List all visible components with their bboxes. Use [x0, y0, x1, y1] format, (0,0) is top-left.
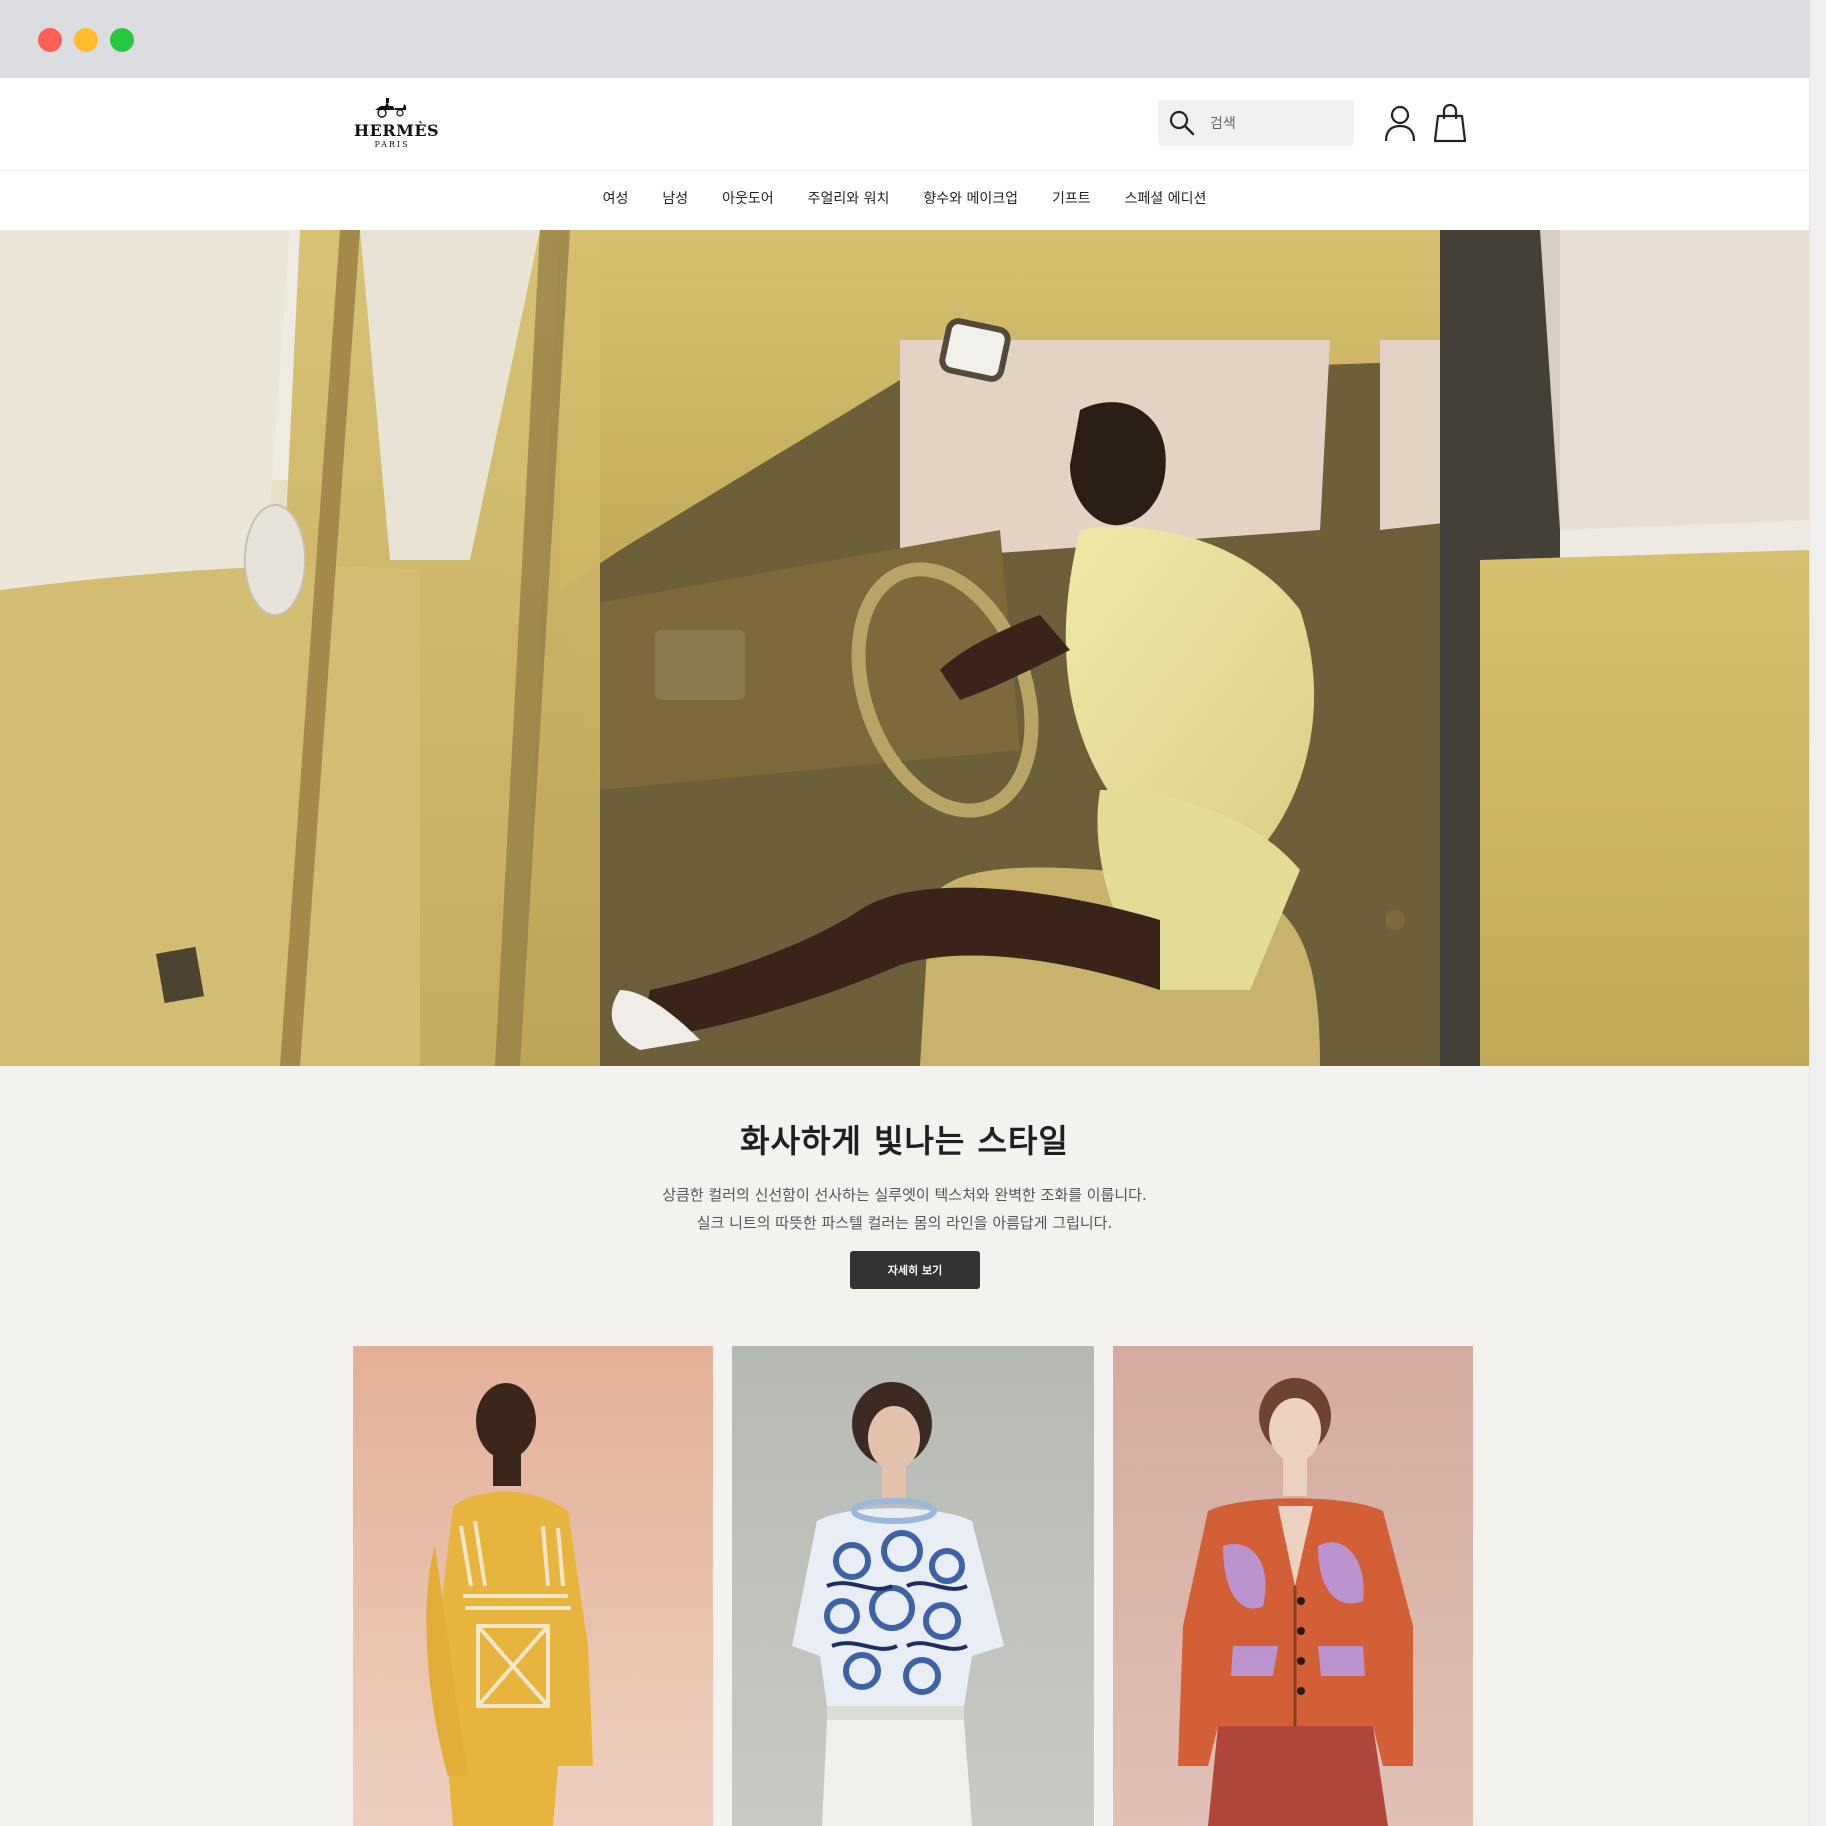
promo-description-line-1: 상큼한 컬러의 신선함이 선사하는 실루엣이 텍스처와 완벽한 조화를 이룹니다… — [662, 1186, 1147, 1204]
promo-title: 화사하게 빛나는 스타일 — [740, 1122, 1069, 1160]
promo-description-line-2: 실크 니트의 따뜻한 파스텔 컬러는 몸의 라인을 아름답게 그립니다. — [696, 1214, 1113, 1232]
nav-item-gifts[interactable]: 기프트 — [1035, 184, 1108, 212]
minimize-window-button[interactable] — [74, 28, 98, 52]
product-image — [1113, 1346, 1473, 1826]
browser-window: HERMÈS PARIS 여성 남성 — [0, 0, 1810, 1826]
search-icon[interactable] — [1168, 109, 1196, 137]
nav-item-special-edition[interactable]: 스페셜 에디션 — [1108, 184, 1224, 212]
promo-section: 화사하게 빛나는 스타일 상큼한 컬러의 신선함이 선사하는 실루엣이 텍스처와… — [0, 1066, 1809, 1366]
zoom-window-button[interactable] — [110, 28, 134, 52]
logo-wordmark: HERMÈS — [354, 121, 440, 140]
hermes-logo[interactable]: HERMÈS PARIS — [354, 96, 440, 156]
product-card-printed-silk-top[interactable] — [732, 1346, 1094, 1826]
product-image — [353, 1346, 713, 1826]
search-input[interactable] — [1208, 108, 1348, 140]
main-navigation: 여성 남성 아웃도어 주얼리와 워치 향수와 메이크업 기프트 스페셜 에디션 — [0, 170, 1809, 230]
nav-item-men[interactable]: 남성 — [645, 184, 705, 212]
title-bar — [0, 0, 1809, 78]
nav-item-outdoor[interactable]: 아웃도어 — [705, 184, 791, 212]
carriage-icon — [375, 98, 406, 118]
nav-item-jewelry-watches[interactable]: 주얼리와 워치 — [791, 184, 907, 212]
nav-item-women[interactable]: 여성 — [586, 184, 646, 212]
logo-subtitle: PARIS — [374, 140, 410, 149]
product-card-yellow-knit[interactable] — [353, 1346, 713, 1826]
close-window-button[interactable] — [38, 28, 62, 52]
nav-item-fragrance-makeup[interactable]: 향수와 메이크업 — [906, 184, 1035, 212]
site-header: HERMÈS PARIS 여성 남성 — [0, 78, 1809, 230]
product-card-orange-cardigan[interactable] — [1113, 1346, 1473, 1826]
hero-banner-image[interactable] — [0, 230, 1809, 1066]
view-more-button[interactable]: 자세히 보기 — [850, 1251, 980, 1289]
product-image — [732, 1346, 1094, 1826]
shopping-bag-icon[interactable] — [1432, 102, 1468, 144]
account-icon[interactable] — [1382, 103, 1418, 143]
search-box[interactable] — [1158, 100, 1354, 146]
header-top-bar: HERMÈS PARIS — [0, 78, 1809, 171]
